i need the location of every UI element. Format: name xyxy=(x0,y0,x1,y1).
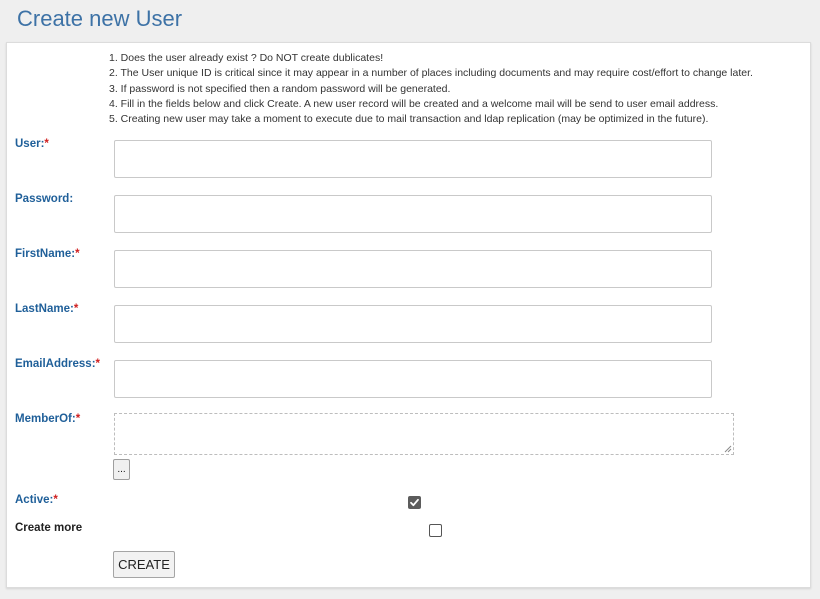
email-label-text: EmailAddress: xyxy=(15,358,96,370)
required-marker: * xyxy=(95,358,101,370)
resize-grip-icon[interactable] xyxy=(724,445,732,453)
email-input[interactable] xyxy=(114,360,712,398)
instruction-item: 4. Fill in the fields below and click Cr… xyxy=(109,97,719,110)
instruction-item: 1. Does the user already exist ? Do NOT … xyxy=(109,52,384,64)
create-button[interactable]: CREATE xyxy=(113,551,175,578)
create-more-label-text: Create more xyxy=(15,522,83,534)
page-title: Create new User xyxy=(17,6,183,31)
required-marker: * xyxy=(44,138,49,150)
memberof-label-text: MemberOf: xyxy=(15,413,76,425)
required-marker: * xyxy=(75,413,81,425)
firstname-input[interactable] xyxy=(114,250,712,288)
active-checkbox[interactable] xyxy=(408,496,421,509)
memberof-browse-button[interactable]: ... xyxy=(113,459,130,480)
user-label: User:* xyxy=(15,138,49,150)
password-input[interactable] xyxy=(114,195,712,233)
user-label-text: User: xyxy=(15,138,45,150)
instructions-list: 1. Does the user already exist ? Do NOT … xyxy=(109,51,753,127)
memberof-field[interactable] xyxy=(114,413,734,455)
lastname-label-text: LastName: xyxy=(15,303,74,315)
firstname-label-text: FirstName: xyxy=(15,248,76,260)
instruction-item: 5. Creating new user may take a moment t… xyxy=(109,113,709,126)
instruction-item: 2. The User unique ID is critical since … xyxy=(109,67,753,80)
active-label-text: Active: xyxy=(15,494,54,506)
required-marker: * xyxy=(73,303,79,315)
lastname-label: LastName:* xyxy=(15,303,78,315)
instruction-item: 3. If password is not specified then a r… xyxy=(109,82,451,95)
password-label: Password: xyxy=(15,193,73,205)
firstname-label: FirstName:* xyxy=(15,248,80,260)
user-input[interactable] xyxy=(114,140,712,178)
create-user-form: 1. Does the user already exist ? Do NOT … xyxy=(6,42,811,588)
create-more-checkbox[interactable] xyxy=(429,524,442,537)
active-label: Active:* xyxy=(15,494,58,506)
check-icon xyxy=(410,498,419,507)
lastname-input[interactable] xyxy=(114,305,712,343)
password-label-text: Password: xyxy=(15,193,74,205)
create-more-label: Create more xyxy=(15,522,82,534)
memberof-label: MemberOf:* xyxy=(15,413,80,425)
required-marker: * xyxy=(75,248,80,260)
email-label: EmailAddress:* xyxy=(15,358,100,370)
required-marker: * xyxy=(53,494,58,506)
